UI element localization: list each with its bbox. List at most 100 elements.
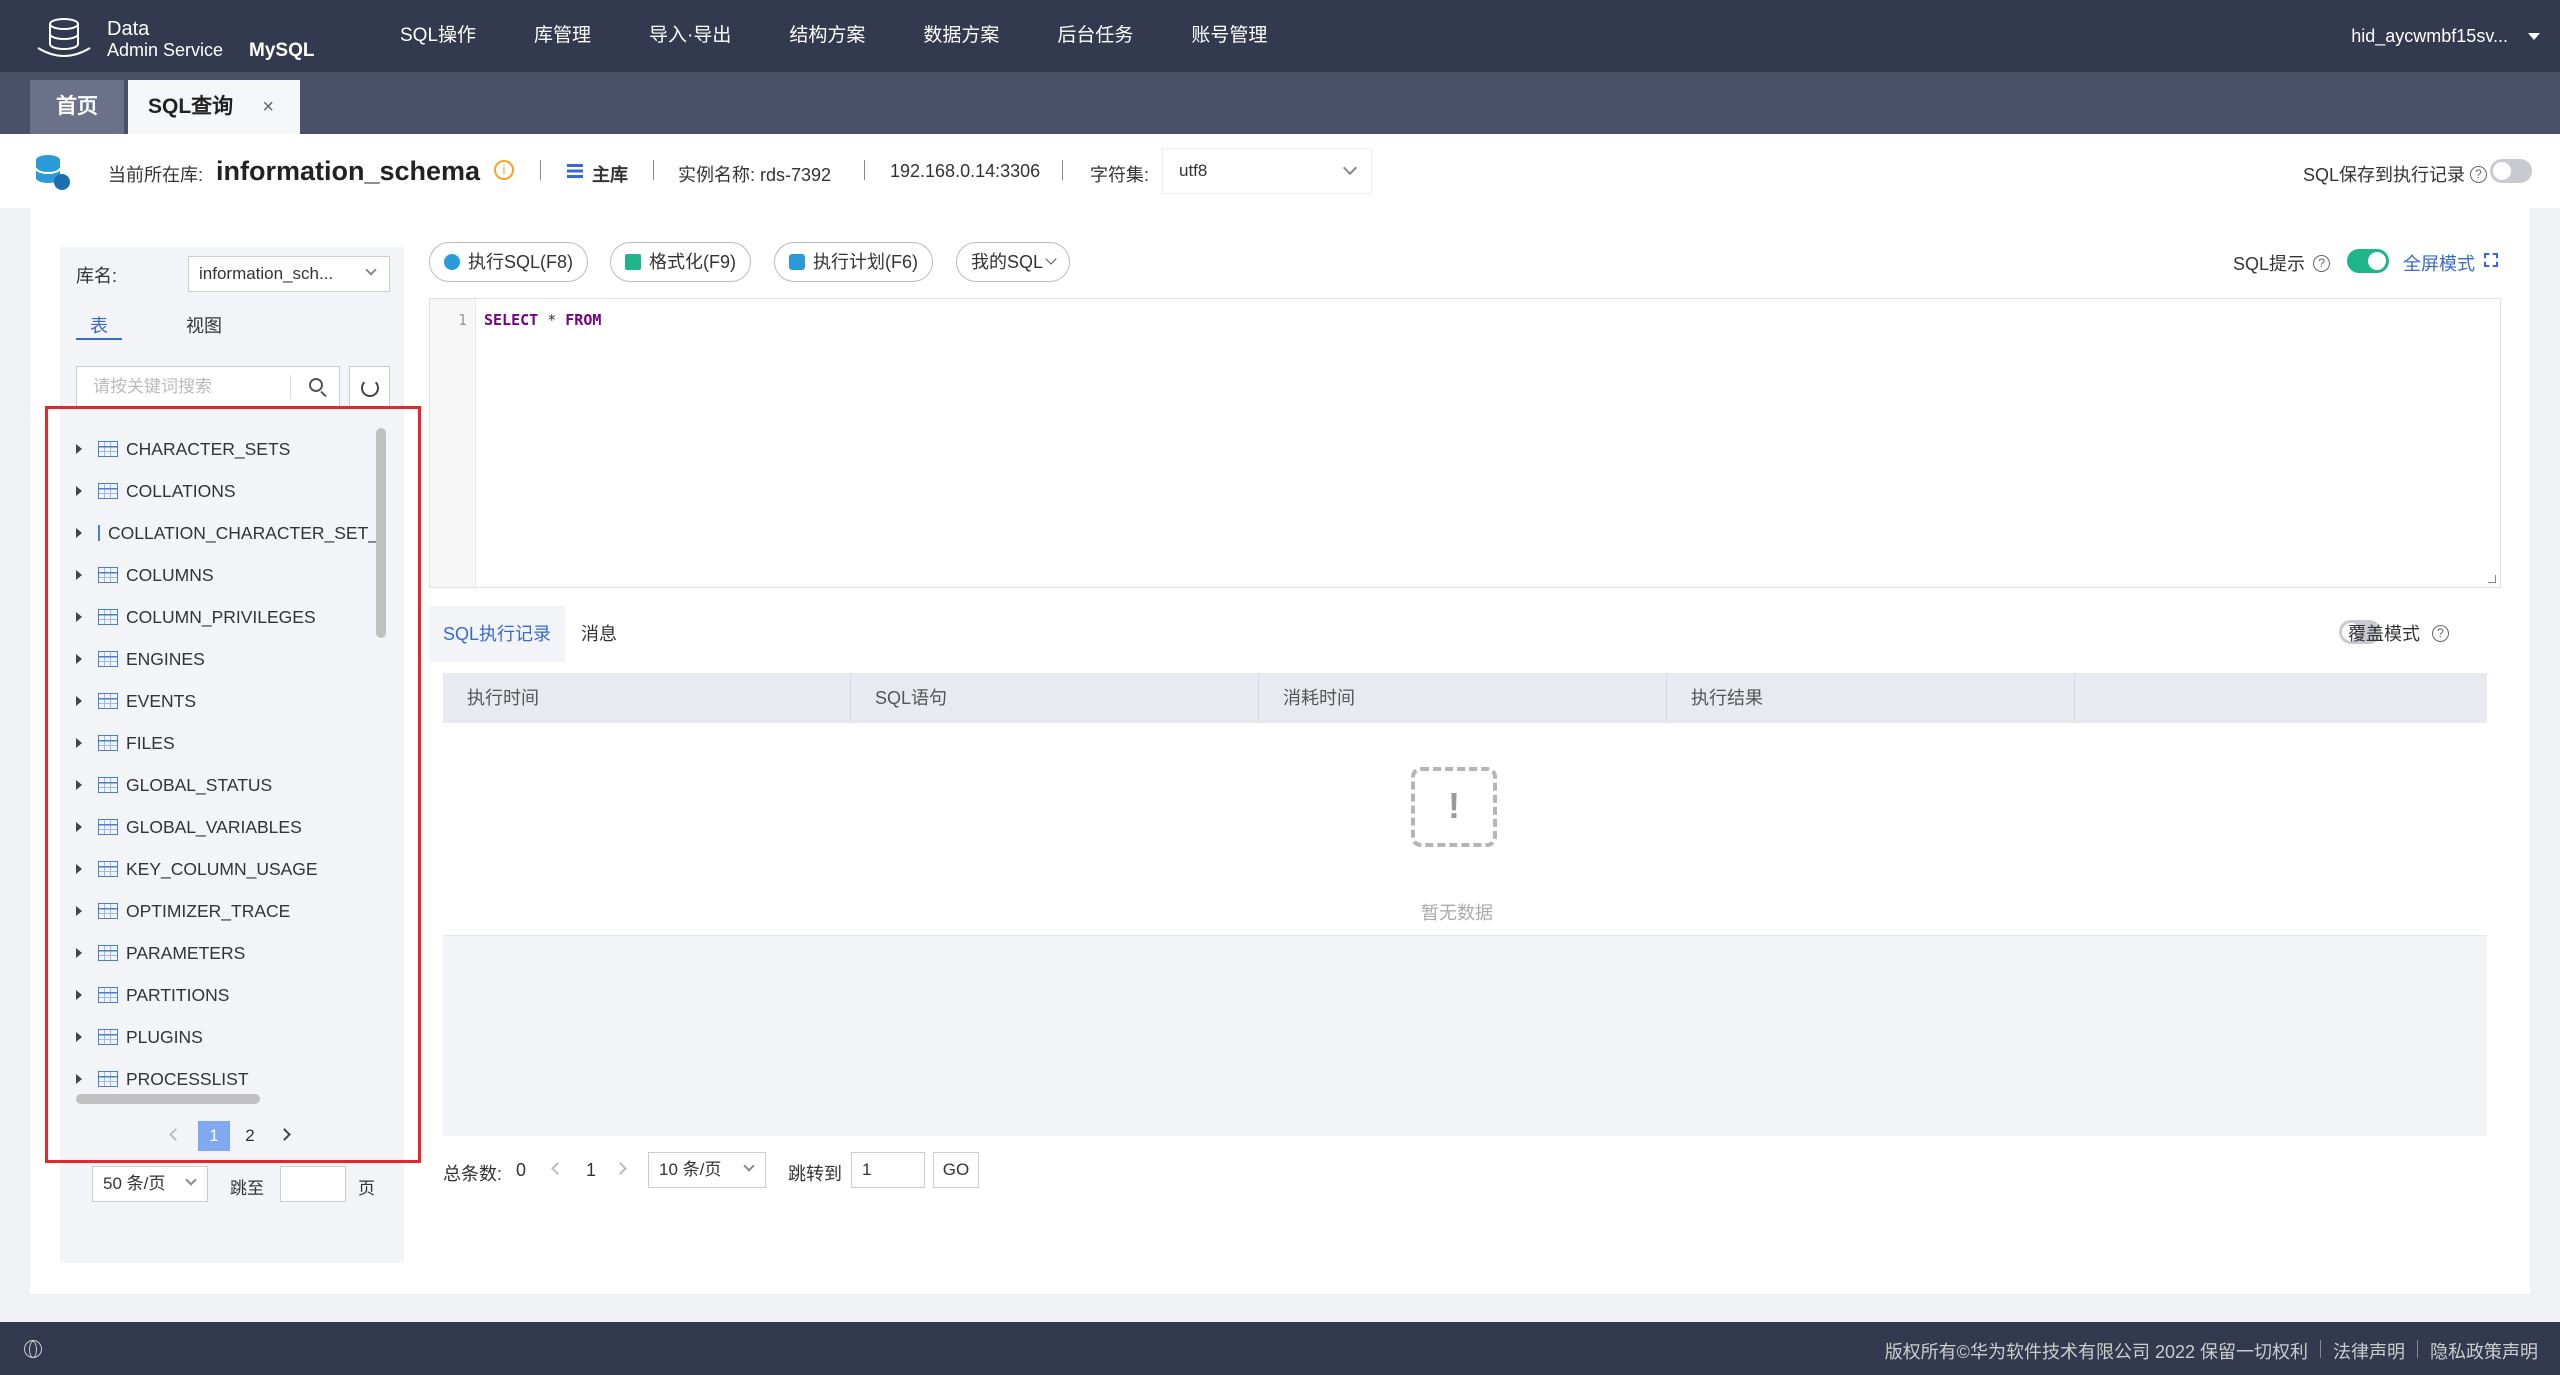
table-header: 执行时间 SQL语句 消耗时间 执行结果	[443, 673, 2487, 723]
jump-to-input[interactable]: 1	[851, 1152, 925, 1188]
page-1[interactable]: 1	[198, 1121, 230, 1151]
jump-page-input[interactable]	[280, 1166, 346, 1202]
divider	[2320, 1340, 2321, 1358]
line-gutter: 1	[430, 299, 476, 587]
master-db-icon	[567, 164, 583, 178]
line-number: 1	[457, 311, 467, 329]
format-button[interactable]: 格式化(F9)	[610, 242, 751, 282]
help-icon[interactable]: ?	[2470, 165, 2487, 183]
save-record-toggle[interactable]	[2490, 159, 2532, 183]
page-2[interactable]: 2	[234, 1121, 266, 1151]
tab-views[interactable]: 视图	[186, 312, 222, 338]
result-page-size-select[interactable]: 10 条/页	[648, 1152, 766, 1188]
jump-to-value: 1	[862, 1160, 872, 1179]
plan-icon	[789, 254, 805, 270]
tab-home[interactable]: 首页	[30, 80, 124, 134]
chevron-down-icon	[185, 1174, 197, 1186]
star-token: *	[538, 311, 566, 329]
page-tabs: 首页 SQL查询 ×	[0, 72, 2560, 134]
globe-icon[interactable]	[24, 1340, 42, 1358]
refresh-icon	[361, 379, 379, 397]
brand-title: Data	[107, 18, 150, 40]
help-icon[interactable]: ?	[2313, 254, 2331, 272]
jump-to-label: 跳转到	[788, 1164, 842, 1184]
format-label: 格式化(F9)	[649, 252, 736, 272]
current-page[interactable]: 1	[586, 1160, 596, 1181]
sql-editor[interactable]: 1 SELECT * FROM	[429, 298, 2501, 588]
table-search-input[interactable]: 请按关键词搜索	[76, 366, 340, 408]
info-icon[interactable]: i	[494, 160, 514, 180]
db-select-label: 库名:	[76, 266, 118, 286]
nav-sql-ops[interactable]: SQL操作	[400, 0, 476, 72]
divider	[290, 375, 291, 399]
divider	[540, 160, 541, 180]
search-icon[interactable]	[309, 378, 323, 392]
fullscreen-button[interactable]: 全屏模式	[2403, 250, 2475, 276]
nav-data-plan[interactable]: 数据方案	[923, 0, 999, 72]
database-icon	[35, 155, 70, 190]
tab-sql-query[interactable]: SQL查询 ×	[128, 80, 300, 134]
chevron-down-icon	[1342, 160, 1358, 176]
tab-sql-history[interactable]: SQL执行记录	[429, 606, 566, 662]
instance-name: 实例名称: rds-7392	[678, 165, 832, 185]
nav-account-manage[interactable]: 账号管理	[1191, 0, 1267, 72]
close-icon[interactable]: ×	[262, 80, 274, 134]
tab-messages[interactable]: 消息	[567, 606, 631, 662]
refresh-button[interactable]	[349, 366, 390, 408]
my-sql-label: 我的SQL	[971, 252, 1044, 272]
empty-text: 暂无数据	[1421, 903, 1493, 923]
chevron-down-icon	[743, 1160, 755, 1172]
legal-link[interactable]: 法律声明	[2333, 1338, 2405, 1364]
col-result: 执行结果	[1667, 673, 2075, 723]
cover-mode-setting: 覆盖模式 ?	[2348, 620, 2449, 646]
my-sql-dropdown[interactable]: 我的SQL	[956, 242, 1071, 282]
nav-import-export[interactable]: 导入·导出	[649, 0, 731, 72]
master-db-label: 主库	[592, 165, 628, 185]
footer: 版权所有©华为软件技术有限公司 2022 保留一切权利 法律声明 隐私政策声明	[0, 1322, 2560, 1375]
user-name: hid_aycwmbf15sv...	[2351, 26, 2508, 46]
execute-sql-label: 执行SQL(F8)	[468, 252, 574, 272]
divider	[1062, 160, 1063, 180]
charset-select[interactable]: utf8	[1162, 148, 1372, 194]
db-select[interactable]: information_sch...	[188, 256, 390, 292]
nav-background-tasks[interactable]: 后台任务	[1057, 0, 1133, 72]
jump-label: 跳至	[230, 1179, 264, 1198]
col-extra	[2075, 673, 2483, 723]
go-button[interactable]: GO	[933, 1152, 979, 1188]
result-tabs: SQL执行记录 消息	[429, 606, 2501, 662]
empty-state: ! 暂无数据	[443, 723, 2487, 936]
divider	[864, 160, 865, 180]
result-page-size-value: 10 条/页	[659, 1160, 722, 1179]
fullscreen-icon[interactable]	[2484, 253, 2498, 267]
col-duration: 消耗时间	[1259, 673, 1667, 723]
db-select-value: information_sch...	[199, 264, 334, 283]
sql-code[interactable]: SELECT * FROM	[484, 311, 601, 329]
main-nav: SQL操作 库管理 导入·导出 结构方案 数据方案 后台任务 账号管理	[400, 0, 1325, 72]
keyword-select: SELECT	[484, 311, 539, 329]
resize-handle-icon[interactable]	[2488, 575, 2496, 583]
sql-tip-setting: SQL提示 ?	[2233, 250, 2331, 276]
search-placeholder: 请按关键词搜索	[93, 377, 212, 396]
keyword-from: FROM	[565, 311, 602, 329]
current-db-label: 当前所在库:	[108, 165, 204, 185]
tab-tables[interactable]: 表	[90, 312, 108, 338]
help-icon[interactable]: ?	[2432, 624, 2449, 642]
total-label: 总条数:	[443, 1164, 503, 1184]
page-size-select[interactable]: 50 条/页	[92, 1166, 208, 1202]
total-count: 0	[516, 1160, 527, 1180]
top-navbar: Data Admin Service MySQL SQL操作 库管理 导入·导出…	[0, 0, 2560, 72]
sql-tip-toggle[interactable]	[2347, 249, 2389, 273]
divider	[2417, 1340, 2418, 1358]
play-icon	[444, 254, 460, 270]
nav-schema-plan[interactable]: 结构方案	[789, 0, 865, 72]
page-size-value: 50 条/页	[103, 1174, 166, 1193]
privacy-link[interactable]: 隐私政策声明	[2430, 1338, 2538, 1364]
highlight-box	[45, 406, 421, 1163]
execute-sql-button[interactable]: 执行SQL(F8)	[429, 242, 589, 282]
user-menu[interactable]: hid_aycwmbf15sv...	[2351, 0, 2540, 72]
col-exec-time: 执行时间	[443, 673, 851, 723]
execution-plan-button[interactable]: 执行计划(F6)	[774, 242, 933, 282]
brand-engine: MySQL	[249, 40, 315, 61]
copyright-text: 版权所有©华为软件技术有限公司 2022 保留一切权利	[1884, 1342, 2308, 1362]
nav-db-manage[interactable]: 库管理	[534, 0, 591, 72]
